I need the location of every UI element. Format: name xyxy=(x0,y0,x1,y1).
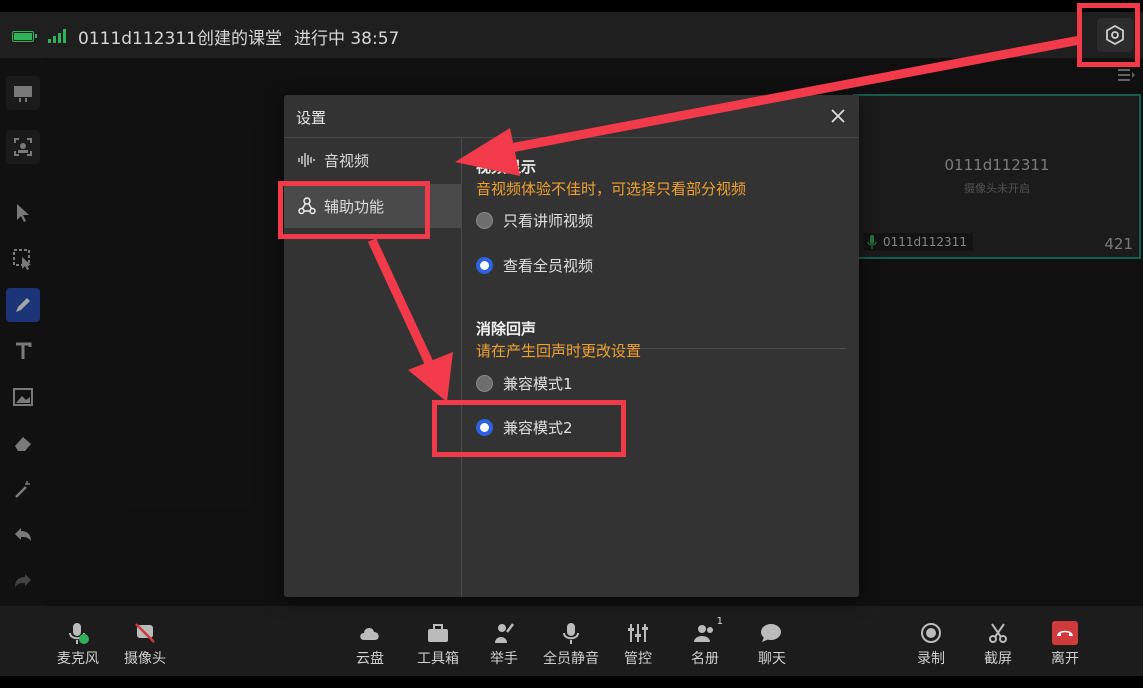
annotation-arrow-settings-to-dialog xyxy=(455,35,1081,176)
annotation-arrow-accessibility-to-mode xyxy=(367,238,453,402)
annotation-arrows xyxy=(367,35,1081,402)
